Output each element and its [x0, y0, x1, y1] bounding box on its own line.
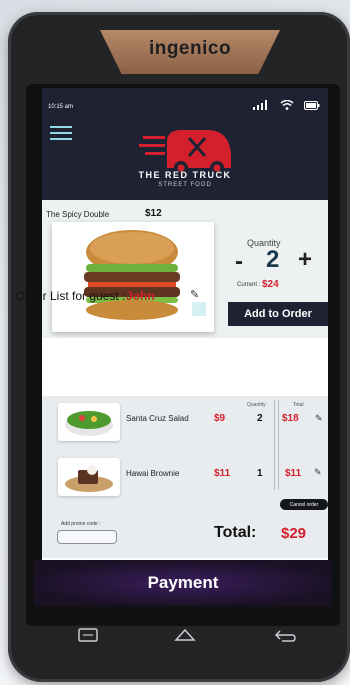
total-value: $29 [281, 525, 307, 542]
product-price: $12 [145, 208, 162, 219]
brand-plate: ingenico [100, 30, 280, 74]
logo-subtitle: STREET FOOD [158, 182, 212, 188]
increase-quantity-button[interactable]: + [298, 246, 312, 274]
promo-code-label: Add promo code : [61, 521, 101, 527]
back-icon[interactable] [274, 628, 296, 642]
edit-item-icon[interactable]: ✎ [314, 467, 322, 478]
payment-button[interactable]: Payment [34, 560, 332, 606]
item-thumb-salad [58, 403, 120, 441]
salad-image [65, 411, 113, 436]
status-time: 10:15 am [48, 104, 74, 110]
order-item-quantity: 1 [257, 468, 263, 479]
app-header: 10:15 am THE RED TRUCK STREET FOOD [42, 88, 328, 200]
product-photo [52, 222, 214, 332]
decrease-quantity-button[interactable]: - [235, 248, 243, 276]
menu-icon[interactable] [50, 126, 72, 140]
order-item-name: Santa Cruz Salad [126, 414, 189, 423]
home-icon[interactable] [174, 628, 196, 642]
quantity-value: 2 [266, 246, 280, 273]
edit-item-icon[interactable]: ✎ [315, 413, 323, 424]
order-item-name: Hawai Brownie [126, 469, 180, 478]
payment-label: Payment [147, 573, 219, 592]
current-price-label: Current : [237, 282, 261, 288]
brownie-image [65, 465, 113, 492]
burger-image [84, 230, 206, 320]
order-item-price: $9 [214, 413, 226, 424]
column-divider [278, 400, 279, 490]
product-name: The Spicy Double [46, 210, 110, 219]
recent-apps-icon[interactable] [78, 628, 98, 642]
current-price-value: $24 [262, 279, 279, 290]
red-truck-logo-icon [139, 130, 231, 174]
guest-name: John [126, 289, 155, 303]
add-to-order-button[interactable]: Add to Order [228, 302, 328, 326]
order-item-total: $11 [285, 468, 302, 479]
order-item-quantity: 2 [257, 413, 263, 424]
order-list-title: Order List for guest : [16, 289, 126, 303]
total-label: Total: [214, 524, 257, 541]
column-header-quantity: Quantity [247, 402, 266, 408]
column-header-total: Total [293, 402, 304, 408]
item-thumb-brownie [58, 458, 120, 496]
status-icons [252, 100, 320, 110]
brand-name: ingenico [148, 38, 232, 59]
battery-icon [304, 100, 320, 110]
edit-guest-icon[interactable]: ✎ [190, 288, 199, 301]
device-nav-bar [34, 612, 332, 662]
order-item-price: $11 [214, 468, 231, 479]
order-item-total: $18 [282, 413, 299, 424]
logo-title: THE RED TRUCK [138, 170, 232, 180]
wifi-icon [280, 100, 294, 110]
column-divider [274, 400, 275, 490]
promo-code-input[interactable] [57, 530, 117, 544]
cancel-order-button[interactable]: Cancel order [280, 499, 328, 510]
signal-icon [253, 100, 267, 110]
